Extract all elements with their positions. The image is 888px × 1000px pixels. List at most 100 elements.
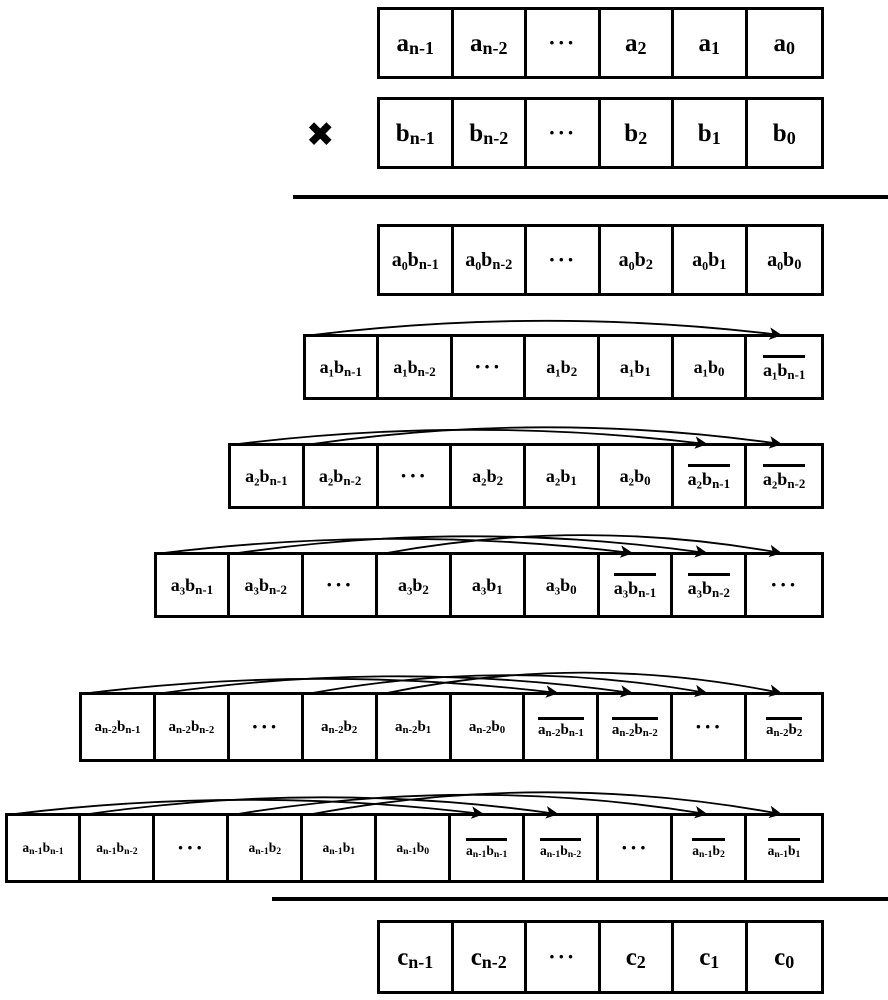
cell-term: cn-1 (397, 943, 434, 973)
cell-operand-a-1: an-2 (453, 10, 527, 76)
cell-partial-product-n-1-2: ··· (155, 816, 230, 880)
cell-term: c0 (774, 943, 795, 973)
cell-partial-product-2-2: ··· (378, 446, 453, 506)
cell-partial-product-n-2-3: an-2b2 (303, 695, 378, 759)
cell-term: an-1bn-1 (466, 838, 508, 860)
cell-partial-product-n-2-8: ··· (673, 695, 748, 759)
cell-partial-product-n-1-1: an-1bn-2 (81, 816, 156, 880)
array-row-operand-a: an-1 an-2 ··· a2 a1 a0 (377, 7, 824, 79)
cell-term: an-2b2 (765, 716, 803, 738)
cell-operand-a-3: a2 (600, 10, 674, 76)
array-row-operand-b: bn-1 bn-2 ··· b2 b1 b0 (377, 97, 824, 169)
upper-separator (293, 195, 888, 199)
cell-partial-product-n-1-0: an-1bn-1 (7, 816, 82, 880)
cell-partial-product-0-2: ··· (527, 227, 601, 293)
cell-partial-product-2-7: a₂bn-2 (747, 446, 821, 506)
cell-partial-product-n-2-9: an-2b2 (747, 695, 822, 759)
sign-extension-arrow (312, 426, 783, 449)
cell-partial-product-2-5: a₂b0 (599, 446, 674, 506)
cell-term: a₀bn-2 (465, 249, 513, 274)
cell-term: an-1bn-2 (540, 838, 582, 860)
sign-extension-arrow (312, 791, 783, 819)
sign-extension-arrow (163, 537, 634, 558)
cell-partial-product-3-0: a₃bn-1 (156, 555, 231, 615)
array-row-partial-product-n-1: an-1bn-1 an-1bn-2 ··· an-1b2 an-1b1 an-1b0 an-… (4, 813, 824, 883)
cell-operand-b-2: ··· (527, 100, 601, 166)
cell-term: c2 (625, 943, 646, 973)
cell-partial-product-n-1-10: an-1b1 (747, 816, 821, 880)
cell-partial-product-3-2: ··· (304, 555, 379, 615)
cell-term: an-2bn-1 (94, 718, 141, 736)
array-row-partial-product-n-2: an-2bn-1 an-2bn-2 ··· an-2b2 an-2b1 an-2b0 an-… (79, 692, 824, 762)
multiply-sign: ✖ (306, 116, 335, 154)
cell-partial-product-2-4: a₂b1 (526, 446, 600, 506)
sign-extension-arrow (88, 677, 559, 698)
cell-term: ··· (474, 354, 503, 379)
cell-term: a₂b0 (619, 466, 651, 488)
cell-partial-product-2-0: a₂bn-1 (231, 446, 305, 506)
cell-partial-product-n-2-4: an-2b1 (377, 695, 452, 759)
cell-operand-a-0: an-1 (380, 10, 454, 76)
cell-term: ··· (548, 30, 577, 55)
array-row-partial-product-0: a₀bn-1 a₀bn-2 ··· a₀b2 a₀b1 a₀b0 (377, 224, 824, 296)
cell-term: an-1b2 (248, 840, 282, 858)
cell-partial-product-2-1: a₂bn-2 (304, 446, 379, 506)
cell-operand-b-1: bn-2 (453, 100, 527, 166)
cell-partial-product-n-1-7: an-1bn-2 (525, 816, 600, 880)
cell-partial-product-n-1-6: an-1bn-1 (451, 816, 526, 880)
cell-term: a₂b2 (472, 466, 504, 488)
cell-term: an-2b0 (468, 718, 506, 736)
cell-term: b1 (697, 119, 721, 149)
cell-partial-product-n-2-2: ··· (229, 695, 304, 759)
cell-result-c-0: cn-1 (380, 923, 454, 991)
cell-partial-product-1-1: a₁bn-2 (379, 337, 453, 397)
cell-partial-product-n-1-5: an-1b0 (377, 816, 452, 880)
sign-extension-arrow (237, 793, 708, 819)
cell-result-c-3: c2 (600, 923, 674, 991)
cell-term: a₃b0 (545, 575, 577, 597)
cell-operand-b-0: bn-1 (380, 100, 454, 166)
cell-partial-product-n-1-9: an-1b2 (673, 816, 748, 880)
sign-extension-arrow (312, 674, 708, 698)
cell-term: a₂bn-2 (762, 464, 806, 490)
cell-term: an-2b2 (321, 718, 358, 736)
lower-separator (272, 897, 888, 901)
cell-partial-product-3-6: a₃bn-1 (599, 555, 674, 615)
cell-term: an-2bn-2 (611, 716, 658, 738)
cell-term: an-2bn-2 (168, 718, 215, 736)
cell-term: ··· (399, 463, 428, 488)
cell-term: bn-2 (469, 119, 509, 149)
sign-extension-arrow (163, 675, 634, 698)
cell-term: ··· (548, 247, 577, 272)
cell-partial-product-2-3: a₂b2 (452, 446, 526, 506)
cell-term: a₂bn-2 (318, 466, 362, 488)
cell-partial-product-n-1-8: ··· (599, 816, 674, 880)
cell-partial-product-0-0: a₀bn-1 (380, 227, 454, 293)
cell-term: ··· (620, 835, 649, 860)
sign-extension-arrow (312, 319, 783, 340)
cell-term: a₁b0 (693, 357, 725, 379)
cell-partial-product-n-2-1: an-2bn-2 (155, 695, 230, 759)
cell-partial-product-3-3: a₃b2 (378, 555, 452, 615)
cell-term: a0 (773, 29, 795, 59)
cell-term: an-2bn-1 (537, 716, 584, 738)
cell-term: ··· (251, 714, 280, 739)
cell-result-c-2: ··· (527, 923, 601, 991)
cell-partial-product-1-5: a₁b0 (673, 337, 748, 397)
cell-term: a₁bn-1 (319, 357, 363, 379)
cell-partial-product-1-0: a₁bn-1 (305, 337, 380, 397)
array-row-result-c: cn-1 cn-2 ··· c2 c1 c0 (377, 920, 824, 994)
cell-partial-product-n-2-5: an-2b0 (451, 695, 526, 759)
cell-term: a₀b0 (767, 249, 802, 274)
cell-term: an-2b1 (394, 718, 432, 736)
cell-term: a₃b2 (398, 575, 429, 597)
cell-partial-product-3-7: a₃bn-2 (673, 555, 748, 615)
cell-partial-product-0-5: a₀b0 (747, 227, 821, 293)
cell-partial-product-0-4: a₀b1 (674, 227, 748, 293)
cell-term: cn-2 (470, 943, 507, 973)
cell-term: a₃bn-1 (170, 575, 214, 597)
cell-term: ··· (548, 120, 577, 145)
cell-partial-product-n-1-3: an-1b2 (229, 816, 304, 880)
cell-term: ··· (176, 835, 205, 860)
sign-extension-arrow (237, 428, 708, 449)
